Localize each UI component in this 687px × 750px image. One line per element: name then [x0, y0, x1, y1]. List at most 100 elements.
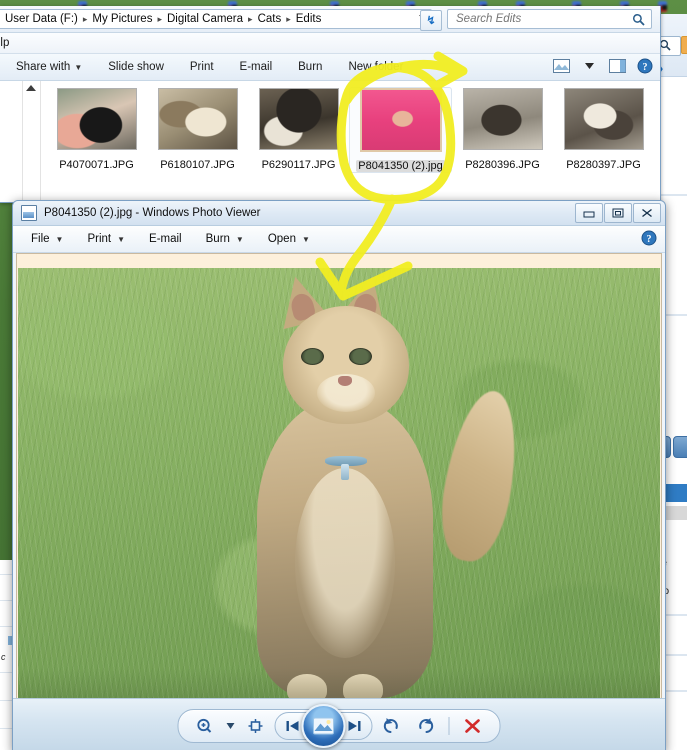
- delete-button[interactable]: [458, 713, 488, 739]
- breadcrumb-separator: ▸: [157, 13, 162, 24]
- breadcrumb-item-3[interactable]: Cats: [256, 13, 284, 25]
- slideshow-play-icon: [313, 717, 334, 735]
- list-rule: [22, 81, 23, 202]
- refresh-icon[interactable]: ↯: [420, 10, 442, 31]
- thumbnail-box: [462, 87, 544, 151]
- breadcrumb[interactable]: User Data (F:) ▸ My Pictures ▸ Digital C…: [0, 9, 432, 29]
- list-item[interactable]: P8280396.JPG: [452, 87, 553, 173]
- scroll-up-icon[interactable]: [26, 85, 36, 91]
- thumbnail-box: [258, 87, 340, 151]
- list-item[interactable]: P6180107.JPG: [147, 87, 248, 173]
- search-box[interactable]: [447, 9, 652, 29]
- list-item[interactable]: P6290117.JPG: [248, 87, 349, 173]
- command-slide-show[interactable]: Slide show: [98, 58, 174, 76]
- menu-burn[interactable]: Burn ▼: [200, 230, 250, 248]
- minimize-button[interactable]: [575, 203, 603, 223]
- rotate-ccw-icon: [383, 718, 398, 733]
- breadcrumb-item-1[interactable]: My Pictures: [90, 13, 154, 25]
- restore-button[interactable]: [604, 203, 632, 223]
- menu-label: File: [31, 233, 50, 245]
- list-item[interactable]: P4070071.JPG: [46, 87, 147, 173]
- photo-cat-subject: [221, 270, 528, 708]
- window-controls: [574, 203, 661, 223]
- command-label: Share with: [16, 61, 71, 73]
- next-icon: [348, 721, 361, 731]
- photo-viewer-toolbar: [177, 704, 501, 748]
- explorer-menu-bar-clipped[interactable]: elp: [0, 33, 660, 54]
- photo-canvas[interactable]: [16, 253, 662, 750]
- menu-open[interactable]: Open ▼: [262, 230, 316, 248]
- menu-print[interactable]: Print ▼: [81, 230, 131, 248]
- cat-collar-tag: [341, 464, 349, 480]
- help-icon[interactable]: ?: [636, 57, 654, 75]
- photo-viewer-bottom-bar: [13, 698, 665, 750]
- chevron-down-icon[interactable]: [580, 57, 598, 75]
- list-item[interactable]: P8280397.JPG: [553, 87, 654, 173]
- photo-viewer-icon: [21, 205, 37, 221]
- play-slideshow-button[interactable]: [301, 704, 346, 748]
- file-name: P6290117.JPG: [261, 159, 336, 171]
- zoom-dropdown[interactable]: [225, 713, 237, 739]
- background-orange-button[interactable]: [681, 36, 687, 54]
- command-new-folder[interactable]: New folder: [338, 58, 413, 76]
- thumbnail-grid: P4070071.JPG P6180107.JPG P6290117.JPG P…: [46, 87, 654, 173]
- chevron-down-icon: ▼: [117, 235, 126, 244]
- minimize-icon: [583, 211, 595, 218]
- svg-text:?: ?: [647, 234, 652, 245]
- photo-viewer-window: P8041350 (2).jpg - Windows Photo Viewer: [12, 200, 666, 750]
- window-title: P8041350 (2).jpg - Windows Photo Viewer: [44, 207, 261, 219]
- search-input[interactable]: [454, 12, 628, 26]
- command-burn[interactable]: Burn: [288, 58, 332, 76]
- restore-icon: [612, 208, 624, 218]
- breadcrumb-item-0[interactable]: User Data (F:): [3, 13, 80, 25]
- menu-label: E-mail: [149, 233, 182, 245]
- search-icon: [632, 13, 645, 31]
- chevron-down-icon: ▼: [74, 63, 83, 72]
- preview-pane-icon[interactable]: [608, 57, 626, 75]
- thumbnail-image: [359, 88, 442, 152]
- fit-to-window-button[interactable]: [241, 713, 271, 739]
- photo-viewer-menu-bar: File ▼ Print ▼ E-mail Burn ▼ Open ▼ ?: [13, 226, 665, 253]
- delete-x-icon: [465, 719, 480, 733]
- command-share-with[interactable]: Share with ▼: [6, 58, 92, 76]
- breadcrumb-item-4[interactable]: Edits: [294, 13, 324, 25]
- command-print[interactable]: Print: [180, 58, 224, 76]
- menu-help-clipped[interactable]: elp: [0, 37, 9, 49]
- cat-nose: [338, 376, 352, 386]
- views-icon[interactable]: [552, 57, 570, 75]
- chevron-down-icon: ▼: [55, 235, 64, 244]
- rotate-cw-icon: [419, 718, 434, 733]
- menu-email[interactable]: E-mail: [143, 230, 188, 248]
- menu-label: Open: [267, 233, 296, 245]
- command-email[interactable]: E-mail: [230, 58, 283, 76]
- explorer-file-list[interactable]: P4070071.JPG P6180107.JPG P6290117.JPG P…: [0, 81, 660, 202]
- fit-to-window-icon: [248, 719, 263, 733]
- thumbnail-box: [563, 87, 645, 151]
- help-icon[interactable]: ?: [641, 230, 657, 251]
- list-rule: [40, 81, 41, 202]
- svg-text:?: ?: [643, 62, 648, 73]
- thumbnail-box: [56, 87, 138, 151]
- previous-icon: [286, 721, 299, 731]
- menu-file[interactable]: File ▼: [25, 230, 69, 248]
- explorer-window: User Data (F:) ▸ My Pictures ▸ Digital C…: [0, 6, 661, 203]
- chevron-down-icon: ▼: [235, 235, 244, 244]
- file-name: P8041350 (2).jpg: [356, 160, 445, 172]
- file-name: P6180107.JPG: [160, 159, 235, 171]
- cat-eye-right: [349, 348, 372, 365]
- zoom-button[interactable]: [191, 713, 221, 739]
- file-name: P8280396.JPG: [465, 159, 540, 171]
- cat-chest: [295, 468, 395, 658]
- rotate-counterclockwise-button[interactable]: [377, 713, 407, 739]
- chevron-down-icon: ▼: [301, 235, 310, 244]
- file-name: P4070071.JPG: [59, 159, 134, 171]
- list-item-selected[interactable]: P8041350 (2).jpg: [349, 87, 452, 173]
- thumbnail-box: [359, 88, 442, 152]
- close-button[interactable]: [633, 203, 661, 223]
- thumbnail-image: [563, 88, 644, 150]
- rotate-clockwise-button[interactable]: [411, 713, 441, 739]
- menu-label: Print: [87, 233, 112, 245]
- cat-eye-left: [301, 348, 324, 365]
- photo-viewer-title-bar[interactable]: P8041350 (2).jpg - Windows Photo Viewer: [13, 201, 665, 226]
- breadcrumb-item-2[interactable]: Digital Camera: [165, 13, 245, 25]
